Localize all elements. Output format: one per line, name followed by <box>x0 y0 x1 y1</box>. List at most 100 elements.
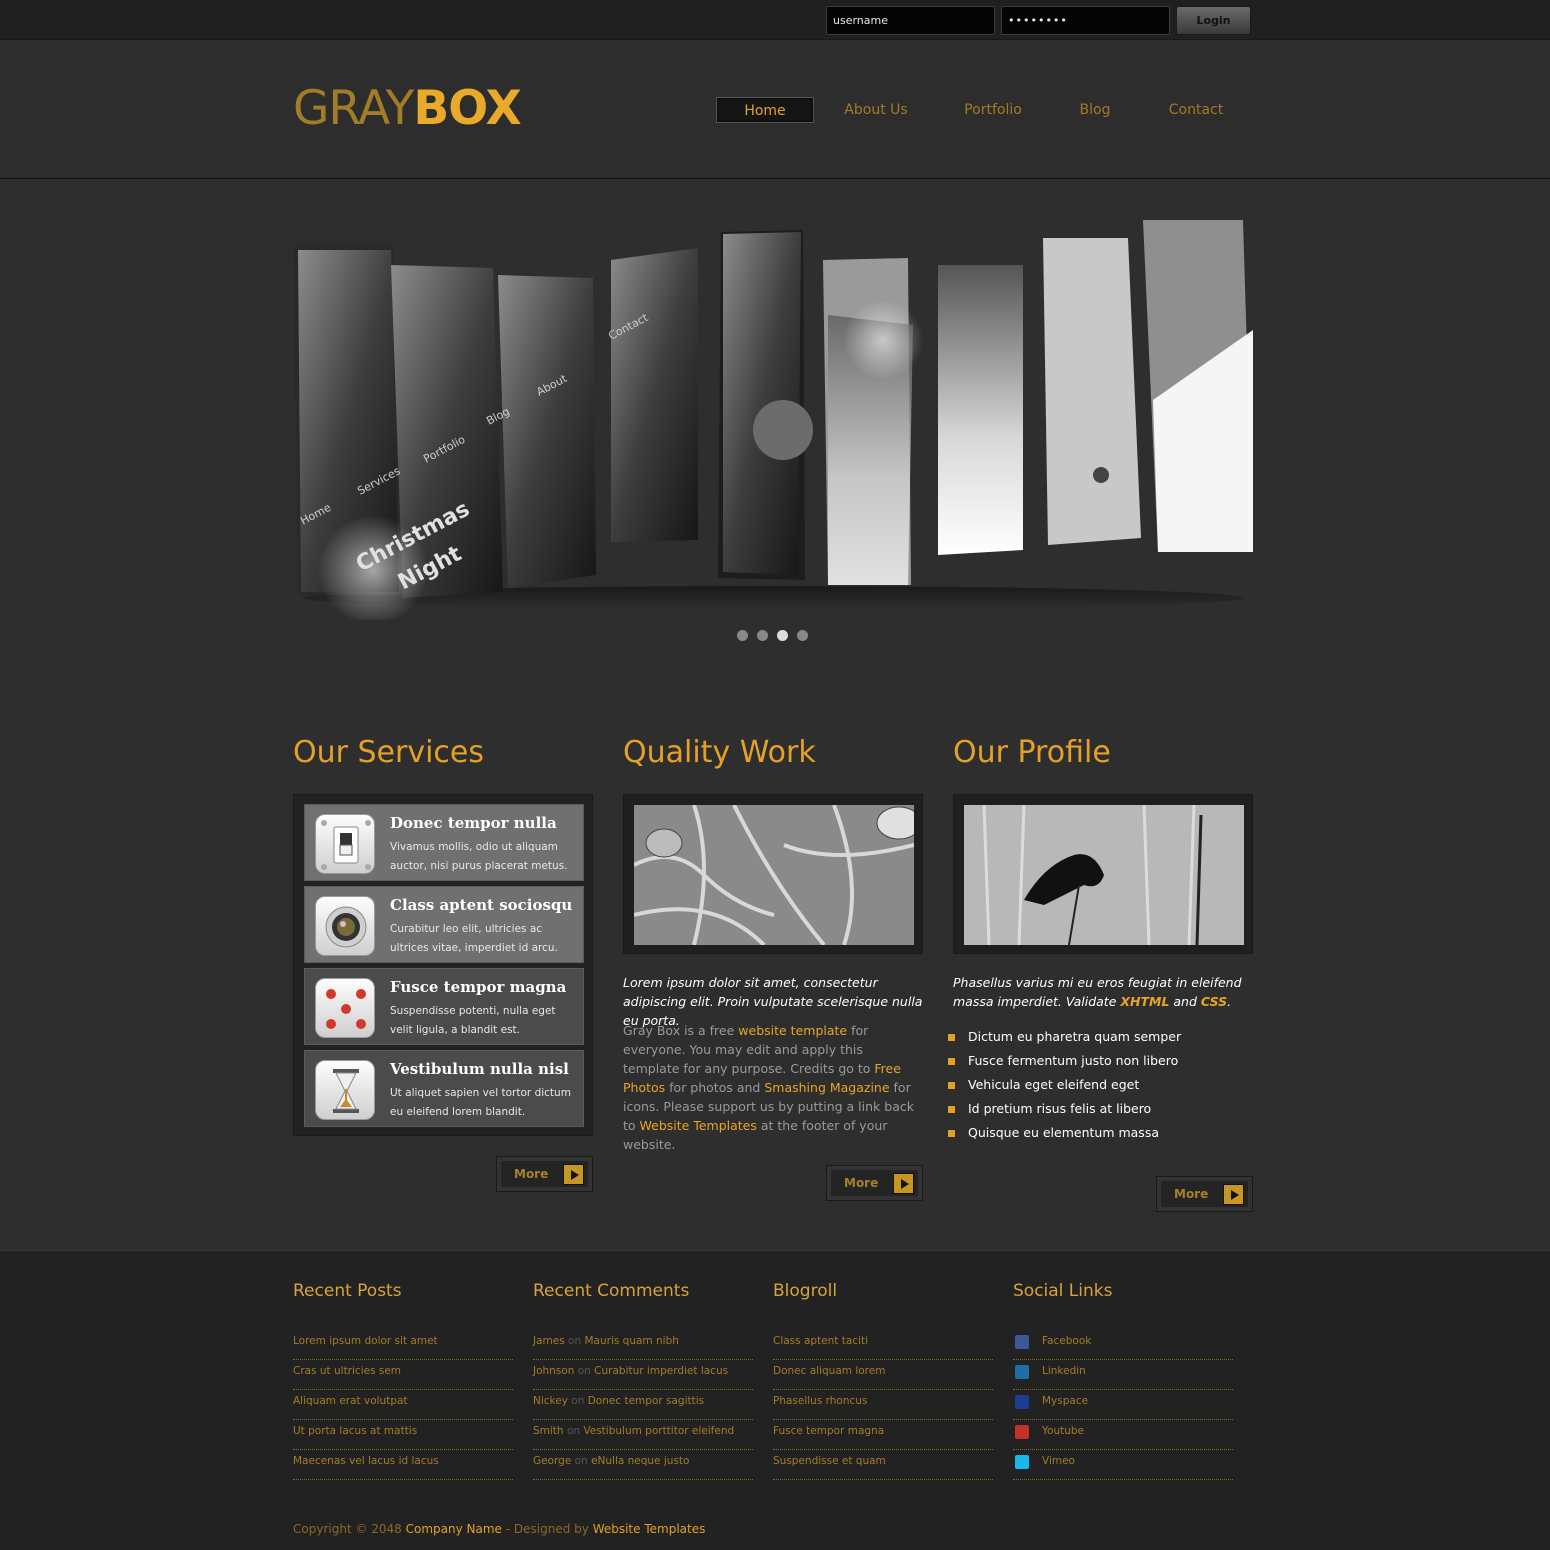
blogroll-link[interactable]: Class aptent taciti <box>773 1330 993 1360</box>
comment-author: James <box>533 1335 565 1347</box>
validate-css-link[interactable]: CSS <box>1201 994 1227 1009</box>
profile-list-item: Vehicula eget eleifend eget <box>947 1077 1140 1092</box>
recent-post-link[interactable]: Maecenas vel lacus id lacus <box>293 1450 513 1480</box>
copyright-text: Copyright © 2048 <box>293 1522 406 1536</box>
profile-photo <box>964 805 1244 945</box>
nav-contact[interactable]: Contact <box>1158 97 1234 123</box>
comment-author: Smith <box>533 1425 564 1437</box>
social-link-linkedin[interactable]: Linkedin <box>1013 1360 1233 1390</box>
comment-author: Nickey <box>533 1395 568 1407</box>
username-input[interactable]: username <box>826 6 995 35</box>
social-link-myspace[interactable]: Myspace <box>1013 1390 1233 1420</box>
image-slider[interactable]: Home Services Portfolio Blog About Conta… <box>293 220 1253 625</box>
quality-photo-frame <box>623 794 923 954</box>
service-description: Ut aliquet sapien vel tortor dictum eu e… <box>390 1087 571 1118</box>
blogroll-link[interactable]: Fusce tempor magna <box>773 1420 993 1450</box>
recent-comment-link[interactable]: Nickey on Donec tempor sagittis <box>533 1390 753 1420</box>
recent-comment-link[interactable]: Smith on Vestibulum porttitor eleifend <box>533 1420 753 1450</box>
comment-post: Donec tempor sagittis <box>587 1395 705 1407</box>
social-label: Facebook <box>1042 1335 1092 1347</box>
website-templates-footer-link[interactable]: Website Templates <box>593 1522 706 1536</box>
login-button[interactable]: Login <box>1176 6 1251 35</box>
arrow-right-icon <box>563 1164 584 1185</box>
quality-more-button[interactable]: More <box>826 1165 923 1201</box>
slider-slices: Home Services Portfolio Blog About Conta… <box>293 220 1253 625</box>
comment-author: Johnson <box>533 1365 575 1377</box>
recent-comments-title: Recent Comments <box>533 1281 690 1301</box>
nav-portfolio[interactable]: Portfolio <box>953 97 1033 123</box>
recent-comment-link[interactable]: George on eNulla neque justo <box>533 1450 753 1480</box>
more-label: More <box>1174 1187 1209 1201</box>
logo-box-text: BOX <box>413 81 521 136</box>
logo-gray-text: GRAY <box>293 81 414 136</box>
quality-body-text: Gray Box is a free <box>623 1023 739 1038</box>
profile-list-item: Id pretium risus felis at libero <box>947 1101 1152 1116</box>
profile-lead-text: . <box>1227 994 1232 1009</box>
validate-xhtml-link[interactable]: XHTML <box>1120 994 1169 1009</box>
smashing-magazine-link[interactable]: Smashing Magazine <box>764 1080 889 1095</box>
company-name-link[interactable]: Company Name <box>406 1522 502 1536</box>
social-link-youtube[interactable]: Youtube <box>1013 1420 1233 1450</box>
recent-comment-link[interactable]: Johnson on Curabitur imperdiet lacus <box>533 1360 753 1390</box>
facebook-icon <box>1015 1335 1029 1349</box>
password-input[interactable]: •••••••• <box>1001 6 1170 35</box>
vimeo-icon <box>1015 1455 1029 1469</box>
blogroll-link[interactable]: Suspendisse et quam <box>773 1450 993 1480</box>
camera-lens-icon <box>315 896 375 956</box>
recent-post-link[interactable]: Lorem ipsum dolor sit amet <box>293 1330 513 1360</box>
quality-title: Quality Work <box>623 735 816 770</box>
service-item[interactable]: Fusce tempor magna Suspendisse potenti, … <box>304 968 584 1045</box>
blogroll-link[interactable]: Donec aliquam lorem <box>773 1360 993 1390</box>
switch-icon <box>315 814 375 874</box>
nav-blog[interactable]: Blog <box>1068 97 1122 123</box>
site-logo[interactable]: GRAYBOX <box>293 81 522 136</box>
blogroll-link[interactable]: Phasellus rhoncus <box>773 1390 993 1420</box>
social-label: Linkedin <box>1042 1365 1086 1377</box>
comment-post: Vestibulum porttitor eleifend <box>583 1425 735 1437</box>
service-item[interactable]: Vestibulum nulla nisl Ut aliquet sapien … <box>304 1050 584 1127</box>
service-title: Donec tempor nulla <box>390 814 557 832</box>
social-link-vimeo[interactable]: Vimeo <box>1013 1450 1233 1480</box>
slider-dot-3[interactable] <box>777 630 788 641</box>
services-more-button[interactable]: More <box>496 1156 593 1192</box>
dice-icon <box>315 978 375 1038</box>
recent-post-link[interactable]: Aliquam erat volutpat <box>293 1390 513 1420</box>
comment-on: on <box>568 1335 582 1347</box>
arrow-right-icon <box>893 1173 914 1194</box>
login-bar: username •••••••• Login <box>0 0 1550 40</box>
profile-more-button[interactable]: More <box>1156 1176 1253 1212</box>
profile-title: Our Profile <box>953 735 1111 770</box>
comment-post: eNulla neque justo <box>591 1455 690 1467</box>
slider-dot-1[interactable] <box>737 630 748 641</box>
comment-author: George <box>533 1455 572 1467</box>
comment-on: on <box>574 1455 588 1467</box>
comment-on: on <box>566 1425 581 1437</box>
profile-lead-text: and <box>1169 994 1201 1009</box>
social-label: Vimeo <box>1042 1455 1075 1467</box>
social-link-facebook[interactable]: Facebook <box>1013 1330 1233 1360</box>
comment-on: on <box>571 1395 585 1407</box>
youtube-icon <box>1015 1425 1029 1439</box>
comment-on: on <box>577 1365 591 1377</box>
nav-home[interactable]: Home <box>716 97 814 123</box>
blogroll-title: Blogroll <box>773 1281 838 1301</box>
slider-dot-2[interactable] <box>757 630 768 641</box>
website-templates-link[interactable]: Website Templates <box>640 1118 757 1133</box>
profile-list-item: Dictum eu pharetra quam semper <box>947 1029 1182 1044</box>
slider-dot-4[interactable] <box>797 630 808 641</box>
service-title: Fusce tempor magna <box>390 978 567 996</box>
service-item[interactable]: Donec tempor nulla Vivamus mollis, odio … <box>304 804 584 881</box>
nav-about-us[interactable]: About Us <box>833 97 919 123</box>
recent-post-link[interactable]: Ut porta lacus at mattis <box>293 1420 513 1450</box>
social-label: Myspace <box>1042 1395 1089 1407</box>
quality-photo <box>634 805 914 945</box>
service-title: Class aptent sociosqu <box>390 896 573 914</box>
more-label: More <box>844 1176 879 1190</box>
website-template-link[interactable]: website template <box>738 1023 847 1038</box>
service-item[interactable]: Class aptent sociosqu Curabitur leo elit… <box>304 886 584 963</box>
recent-post-link[interactable]: Cras ut ultricies sem <box>293 1360 513 1390</box>
linkedin-icon <box>1015 1365 1029 1379</box>
profile-lead: Phasellus varius mi eu eros feugiat in e… <box>953 973 1253 1011</box>
recent-posts-title: Recent Posts <box>293 1281 402 1301</box>
recent-comment-link[interactable]: James on Mauris quam nibh <box>533 1330 753 1360</box>
